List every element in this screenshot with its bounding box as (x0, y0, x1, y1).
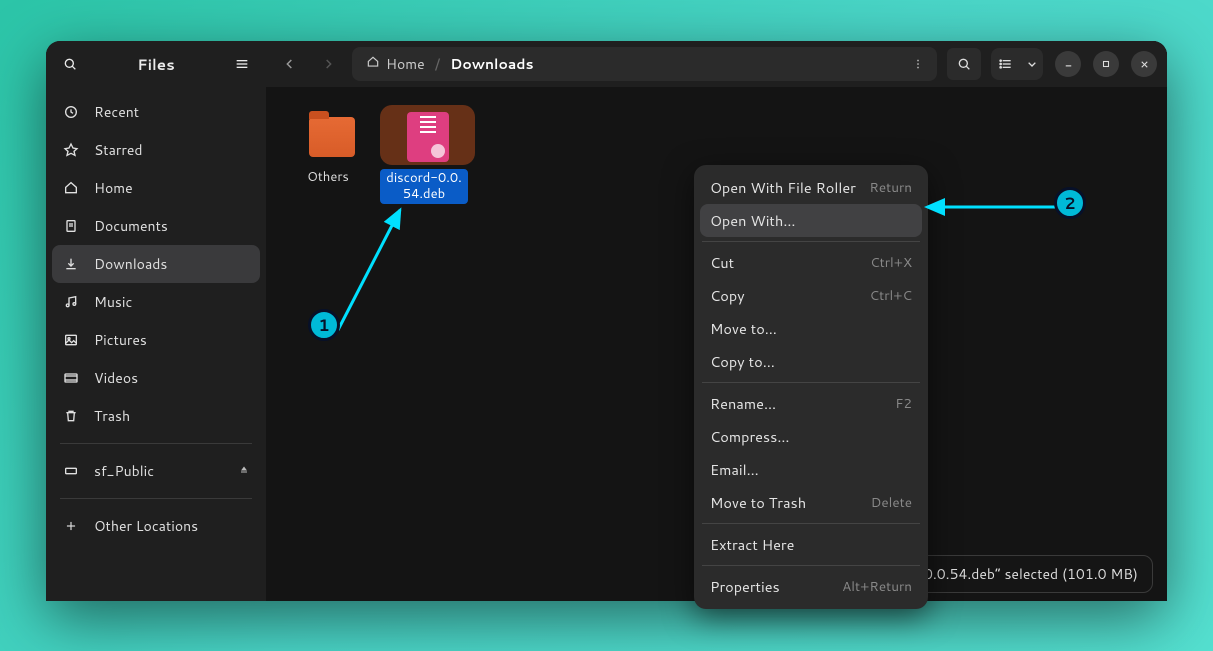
menu-copy-to[interactable]: Copy to… (694, 345, 928, 378)
crumb-home[interactable]: Home (358, 50, 433, 78)
sidebar-item-label: Other Locations (94, 516, 198, 536)
crumb-label: Downloads (450, 54, 533, 74)
sidebar-item-music[interactable]: Music (52, 283, 260, 321)
drive-icon (62, 462, 80, 480)
view-options-dropdown[interactable] (1021, 48, 1043, 80)
folder-icon (309, 117, 355, 157)
menu-cut[interactable]: CutCtrl+X (694, 246, 928, 279)
menu-open-with[interactable]: Open With… (700, 204, 922, 237)
sidebar-item-label: Pictures (94, 330, 147, 350)
view-list-button[interactable] (991, 48, 1021, 80)
sidebar-item-recent[interactable]: Recent (52, 93, 260, 131)
menu-rename[interactable]: Rename…F2 (694, 387, 928, 420)
crumb-current[interactable]: Downloads (442, 50, 541, 78)
file-label: Others (284, 169, 372, 185)
sidebar-item-documents[interactable]: Documents (52, 207, 260, 245)
toolbar-search-button[interactable] (947, 48, 981, 80)
sidebar-item-starred[interactable]: Starred (52, 131, 260, 169)
sidebar-item-videos[interactable]: Videos (52, 359, 260, 397)
maximize-button[interactable] (1093, 51, 1119, 77)
content-area[interactable]: Others discord-0.0.54.deb Open With File… (266, 87, 1167, 601)
menu-properties[interactable]: PropertiesAlt+Return (694, 570, 928, 603)
trash-icon (62, 407, 80, 425)
annotation-marker-2: 2 (1054, 187, 1086, 219)
menu-extract-here[interactable]: Extract Here (694, 528, 928, 561)
deb-package-icon (407, 112, 449, 162)
sidebar-item-label: Documents (94, 216, 168, 236)
star-icon (62, 141, 80, 159)
music-icon (62, 293, 80, 311)
plus-icon (62, 517, 80, 535)
sidebar-item-label: Videos (94, 368, 138, 388)
sidebar-item-trash[interactable]: Trash (52, 397, 260, 435)
document-icon (62, 217, 80, 235)
sidebar-other-locations[interactable]: Other Locations (52, 507, 260, 545)
menu-email[interactable]: Email… (694, 453, 928, 486)
sidebar-item-label: Starred (94, 140, 143, 160)
sidebar-item-home[interactable]: Home (52, 169, 260, 207)
home-icon (366, 54, 380, 74)
minimize-button[interactable] (1055, 51, 1081, 77)
context-menu: Open With File RollerReturn Open With… C… (694, 165, 928, 609)
app-title: Files (86, 54, 226, 75)
hamburger-menu-button[interactable] (226, 48, 258, 80)
toolbar: Home / Downloads (266, 41, 1167, 87)
sidebar-item-pictures[interactable]: Pictures (52, 321, 260, 359)
sidebar-mount-sf-public[interactable]: sf_Public (52, 452, 260, 490)
sidebar-item-label: Trash (94, 406, 130, 426)
file-folder-others[interactable]: Others (284, 105, 372, 185)
crumb-label: Home (386, 54, 425, 74)
eject-icon[interactable] (238, 461, 250, 481)
menu-compress[interactable]: Compress… (694, 420, 928, 453)
annotation-marker-1: 1 (308, 309, 340, 341)
sidebar-item-label: Home (94, 178, 133, 198)
sidebar: Files Recent Starred Home (46, 41, 266, 601)
clock-icon (62, 103, 80, 121)
pathbar-menu-button[interactable] (905, 51, 931, 77)
download-icon (62, 255, 80, 273)
sidebar-item-downloads[interactable]: Downloads (52, 245, 260, 283)
forward-button[interactable] (314, 48, 342, 80)
menu-copy[interactable]: CopyCtrl+C (694, 279, 928, 312)
pathbar: Home / Downloads (352, 47, 937, 81)
search-button[interactable] (54, 48, 86, 80)
sidebar-item-label: Music (94, 292, 132, 312)
image-icon (62, 331, 80, 349)
sidebar-item-label: sf_Public (94, 461, 154, 481)
video-icon (62, 369, 80, 387)
close-button[interactable] (1131, 51, 1157, 77)
menu-move-to[interactable]: Move to… (694, 312, 928, 345)
file-discord-deb[interactable]: discord-0.0.54.deb (380, 105, 468, 204)
home-icon (62, 179, 80, 197)
annotation-arrow-2 (921, 192, 1071, 222)
menu-trash[interactable]: Move to TrashDelete (694, 486, 928, 519)
sidebar-item-label: Downloads (94, 254, 167, 274)
back-button[interactable] (276, 48, 304, 80)
sidebar-item-label: Recent (94, 102, 139, 122)
menu-open-default[interactable]: Open With File RollerReturn (694, 171, 928, 204)
